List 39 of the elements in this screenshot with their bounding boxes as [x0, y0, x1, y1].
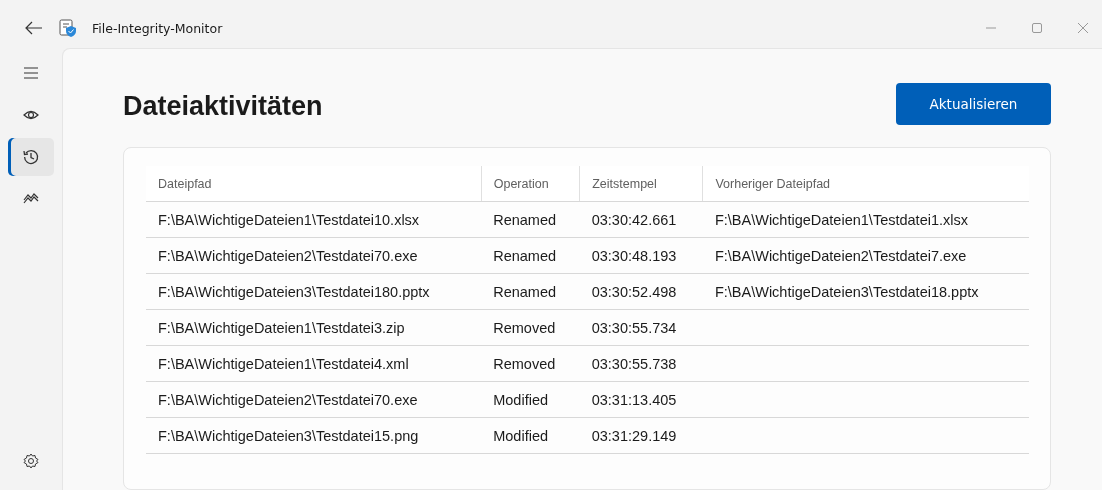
table-cell: 03:31:29.149: [591, 427, 677, 444]
table-cell: F:\BA\WichtigeDateien1\Testdatei4.xml: [158, 355, 409, 372]
table-cell: F:\BA\WichtigeDateien2\Testdatei70.exe: [158, 247, 418, 264]
nav-item[interactable]: [8, 138, 54, 176]
table-cell: Removed: [493, 319, 556, 336]
table-cell: Modified: [493, 391, 548, 408]
table-cell: Renamed: [493, 283, 557, 300]
table-cell: 03:30:48.193: [591, 247, 677, 264]
history-icon: [22, 148, 40, 166]
column-header[interactable]: Operation: [481, 166, 580, 202]
table-cell: F:\BA\WichtigeDateien1\Testdatei3.zip: [158, 319, 405, 336]
table-cell: Removed: [493, 355, 556, 372]
table-cell: F:\BA\WichtigeDateien3\Testdatei18.pptx: [714, 283, 979, 300]
table-cell: F:\BA\WichtigeDateien3\Testdatei180.pptx: [158, 283, 430, 300]
table-cell: F:\BA\WichtigeDateien3\Testdatei15.png: [158, 427, 419, 444]
table-cell: F:\BA\WichtigeDateien2\Testdatei70.exe: [158, 391, 418, 408]
table-cell: Renamed: [493, 211, 557, 228]
maximize-icon[interactable]: [1030, 21, 1044, 35]
table-cell: F:\BA\WichtigeDateien1\Testdatei10.xlsx: [158, 211, 420, 228]
table-cell: Modified: [493, 427, 548, 444]
table-cell: 03:30:52.498: [591, 283, 677, 300]
table-cell: 03:30:55.734: [591, 319, 677, 336]
menu-icon: [22, 64, 40, 82]
page-title: Dateiaktivitäten: [123, 91, 323, 122]
table-cell: F:\BA\WichtigeDateien1\Testdatei1.xlsx: [714, 211, 968, 228]
app-icon: [58, 18, 78, 38]
column-header[interactable]: Zeitstempel: [579, 166, 703, 202]
table-cell: 03:31:13.405: [591, 391, 677, 408]
close-icon[interactable]: [1076, 21, 1090, 35]
column-header[interactable]: Vorheriger Dateipfad: [702, 166, 1029, 202]
table-cell: 03:30:42.661: [591, 211, 677, 228]
settings-icon: [22, 452, 40, 470]
table-cell: 03:30:55.738: [591, 355, 677, 372]
refresh-button[interactable]: Aktualisieren: [896, 83, 1051, 125]
back-icon[interactable]: [25, 21, 43, 35]
window-title: File-Integrity-Monitor: [92, 20, 223, 36]
column-header[interactable]: Dateipfad: [146, 166, 482, 202]
table-cell: F:\BA\WichtigeDateien2\Testdatei7.exe: [714, 247, 967, 264]
table-cell: Renamed: [493, 247, 557, 264]
